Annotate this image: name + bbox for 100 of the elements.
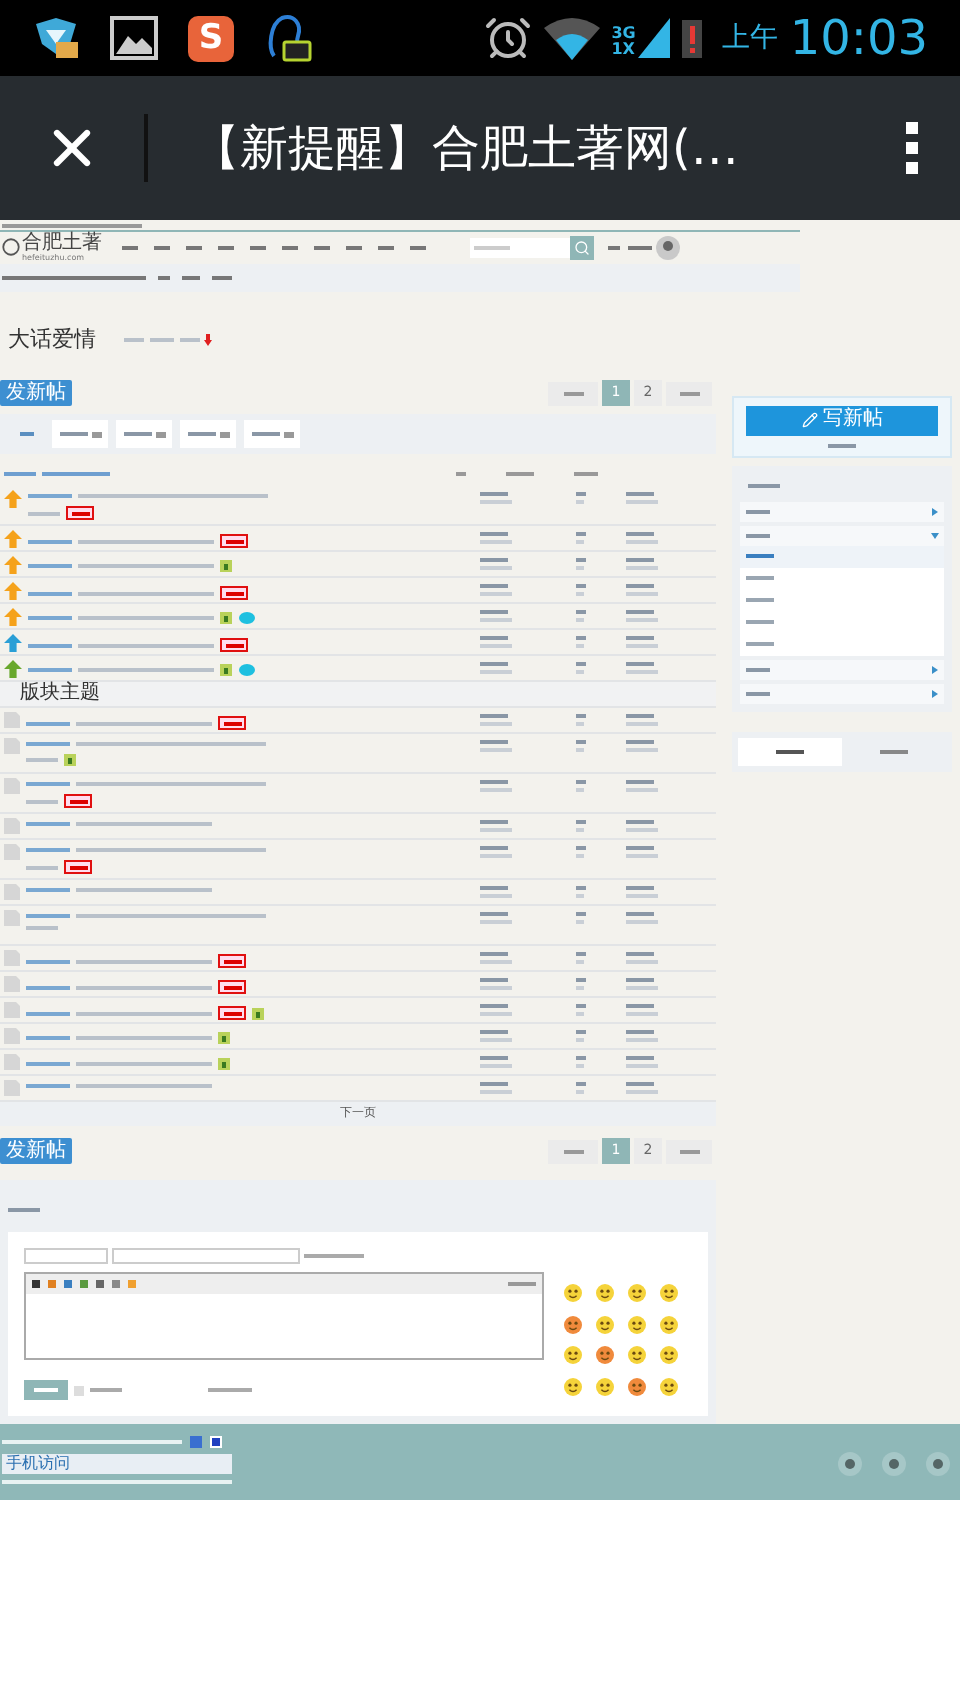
blurred-text [59,432,87,437]
filter-tab[interactable] [180,420,236,449]
blurred-text [26,888,70,893]
thread-row[interactable] [0,578,716,605]
blurred-text [626,952,654,957]
blurred-text [480,1038,512,1043]
blurred-text [480,566,512,571]
thread-row[interactable] [0,814,716,841]
category-row[interactable] [740,501,944,522]
pencil-icon [801,412,817,429]
blurred-text [480,986,512,991]
category-row[interactable] [740,659,944,680]
back-button[interactable] [548,1139,598,1164]
blurred-text [304,1254,364,1259]
thread-row[interactable] [0,552,716,579]
blurred-text [480,1090,512,1095]
thread-row[interactable] [0,972,716,999]
smiley-icon[interactable] [564,1377,582,1396]
logo-icon [2,238,20,257]
thread-row[interactable] [0,604,716,631]
blurred-text [480,886,508,891]
smiley-icon[interactable] [628,1315,646,1334]
blurred-text [26,742,70,747]
smiley-icon[interactable] [628,1377,646,1396]
blurred-text [746,642,774,647]
social-icon[interactable] [838,1452,862,1476]
category-select[interactable] [24,1248,108,1265]
blurred-text [26,758,58,763]
mobile-access-badge[interactable]: 手机访问 [2,1454,232,1474]
smiley-icon[interactable] [596,1284,614,1303]
thread-row[interactable] [0,486,716,527]
new-thread-button[interactable]: 发新帖 [0,380,72,407]
next-button[interactable] [666,381,712,406]
blurred-text [746,576,774,581]
filter-tab[interactable] [244,420,300,449]
blurred-text [8,1208,40,1213]
thread-row[interactable] [0,880,716,907]
smiley-icon[interactable] [628,1284,646,1303]
smiley-icon[interactable] [660,1284,678,1303]
blurred-text [626,846,654,851]
checkbox[interactable] [74,1385,84,1396]
social-icon[interactable] [926,1452,950,1476]
category-item[interactable] [740,545,944,568]
thread-row[interactable] [0,1024,716,1051]
blurred-text [480,714,508,719]
thread-row[interactable] [0,630,716,657]
blurred-text [480,636,508,641]
smiley-icon[interactable] [596,1346,614,1365]
thread-row[interactable] [0,734,716,775]
blurred-text [26,1084,70,1089]
search-icon [574,239,590,256]
chevron-icon [932,665,938,674]
category-row[interactable] [740,525,944,546]
blurred-text [28,511,60,516]
smiley-icon[interactable] [564,1284,582,1303]
thread-row[interactable] [0,526,716,553]
smiley-icon[interactable] [564,1315,582,1334]
smiley-icon[interactable] [660,1315,678,1334]
blurred-text [626,920,658,925]
subject-field[interactable] [112,1248,300,1265]
submit-button[interactable] [24,1380,68,1401]
filter-tab[interactable] [116,420,172,449]
smiley-icon[interactable] [596,1315,614,1334]
category-row[interactable] [740,683,944,704]
search-field[interactable] [470,237,570,258]
back-button[interactable] [548,381,598,406]
blurred-text [78,539,214,544]
thread-row[interactable] [0,708,716,735]
filter-tab[interactable] [52,420,108,449]
social-icon[interactable] [882,1452,906,1476]
blurred-text [123,432,151,437]
blurred-text [480,592,512,597]
thread-row[interactable] [0,946,716,973]
smiley-icon[interactable] [660,1346,678,1365]
blurred-text [508,1282,536,1287]
next-button[interactable] [666,1139,712,1164]
blurred-text [28,591,72,596]
thread-row[interactable] [0,1050,716,1077]
thread-row[interactable] [0,906,716,947]
smiley-icon[interactable] [660,1377,678,1396]
blurred-text [626,1082,654,1087]
sidebar-tab[interactable] [738,737,842,766]
blurred-text [776,749,804,754]
thread-row[interactable] [0,840,716,881]
blurred-text [480,584,508,589]
blurred-text [480,1004,508,1009]
blurred-text [76,959,212,964]
smiley-icon[interactable] [596,1377,614,1396]
smiley-icon[interactable] [628,1346,646,1365]
new-post-button[interactable]: 写新帖 [746,405,938,436]
blurred-text [679,1149,699,1154]
blurred-text [626,780,654,785]
smiley-icon[interactable] [564,1346,582,1365]
new-thread-button[interactable]: 发新帖 [0,1138,72,1165]
search-button[interactable] [570,235,594,260]
avatar-icon[interactable] [656,235,680,260]
thread-row[interactable] [0,774,716,815]
thread-row[interactable] [0,998,716,1025]
blurred-text [626,820,654,825]
blurred-text [26,799,58,804]
